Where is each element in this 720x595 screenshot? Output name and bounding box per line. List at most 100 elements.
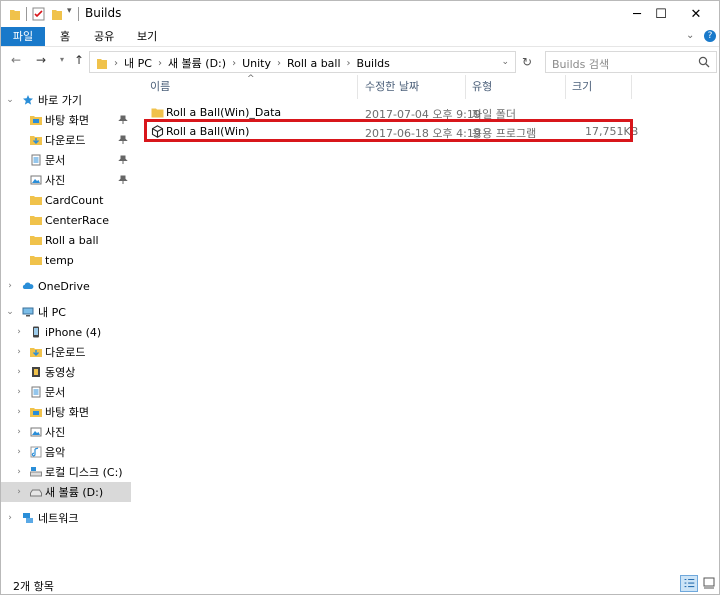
properties-icon[interactable] xyxy=(32,7,45,21)
breadcrumb-item[interactable]: Roll a ball xyxy=(287,57,341,70)
breadcrumb: › 내 PC › 새 볼륨 (D:) › Unity › Roll a ball… xyxy=(96,55,390,71)
tab-home[interactable]: 홈 xyxy=(60,27,70,46)
chevron-right-icon[interactable]: › xyxy=(14,487,24,497)
pin-icon[interactable] xyxy=(118,155,128,165)
tab-view[interactable]: 보기 xyxy=(137,27,157,46)
details-view-icon[interactable] xyxy=(680,575,698,592)
cloud-icon xyxy=(22,282,34,289)
nav-item-pc-downloads[interactable]: › 다운로드 xyxy=(1,342,131,362)
ribbon-tabs: 파일 홈 공유 보기 ⌄ ? xyxy=(1,27,719,46)
documents-icon xyxy=(31,386,41,398)
drive-icon xyxy=(30,489,42,497)
nav-onedrive[interactable]: › OneDrive xyxy=(1,276,131,296)
help-icon[interactable]: ? xyxy=(704,30,716,42)
nav-item-roll-a-ball[interactable]: Roll a ball xyxy=(1,230,131,250)
pin-icon[interactable] xyxy=(118,175,128,185)
nav-item-cardcount[interactable]: CardCount xyxy=(1,190,131,210)
chevron-right-icon: › xyxy=(276,57,281,69)
nav-item-downloads[interactable]: 다운로드 xyxy=(1,130,131,150)
chevron-right-icon[interactable]: › xyxy=(14,427,24,437)
chevron-down-icon[interactable]: ⌄ xyxy=(5,95,15,105)
title-bar: ▾ Builds ─ ☐ ✕ xyxy=(1,1,719,27)
nav-network[interactable]: › 네트워크 xyxy=(1,508,131,528)
nav-label: 바탕 화면 xyxy=(45,406,89,419)
breadcrumb-item[interactable]: Unity xyxy=(242,57,271,70)
column-header-date[interactable]: 수정한 날짜 xyxy=(365,75,419,99)
pictures-icon xyxy=(30,175,42,185)
nav-item-desktop[interactable]: 바탕 화면 xyxy=(1,110,131,130)
chevron-right-icon[interactable]: › xyxy=(5,513,15,523)
column-header-name[interactable]: 이름 xyxy=(150,75,170,99)
downloads-icon xyxy=(30,348,42,357)
nav-this-pc[interactable]: ⌄ 내 PC xyxy=(1,302,131,322)
chevron-down-icon[interactable]: ⌄ xyxy=(5,307,15,317)
pin-icon[interactable] xyxy=(118,135,128,145)
column-divider[interactable] xyxy=(631,75,632,99)
column-divider[interactable] xyxy=(565,75,566,99)
address-bar[interactable]: › 내 PC › 새 볼륨 (D:) › Unity › Roll a ball… xyxy=(89,51,516,73)
column-divider[interactable] xyxy=(357,75,358,99)
desktop-folder-icon xyxy=(30,116,42,125)
folder-icon xyxy=(30,256,42,265)
breadcrumb-item[interactable]: 내 PC xyxy=(124,55,152,71)
chevron-right-icon[interactable]: › xyxy=(14,327,24,337)
column-header-size[interactable]: 크기 xyxy=(572,75,592,99)
nav-item-iphone[interactable]: › iPhone (4) xyxy=(1,322,131,342)
folder-icon xyxy=(151,108,164,118)
search-input[interactable]: Builds 검색 xyxy=(545,51,717,73)
computer-icon xyxy=(22,307,34,317)
search-icon[interactable] xyxy=(698,56,710,68)
chevron-right-icon[interactable]: › xyxy=(14,407,24,417)
nav-label: 다운로드 xyxy=(45,346,86,359)
chevron-right-icon[interactable]: › xyxy=(14,347,24,357)
chevron-right-icon[interactable]: › xyxy=(14,467,24,477)
nav-quick-access[interactable]: ⌄ 바로 가기 xyxy=(1,90,131,110)
nav-item-centerrace[interactable]: CenterRace xyxy=(1,210,131,230)
ribbon-expand-icon[interactable]: ⌄ xyxy=(686,30,694,41)
explorer-window: ▾ Builds ─ ☐ ✕ 파일 홈 공유 보기 ⌄ ? ← → ▾ ↑ › … xyxy=(0,0,720,595)
folder-icon xyxy=(30,236,42,245)
forward-button[interactable]: → xyxy=(34,53,48,67)
music-icon xyxy=(30,446,42,458)
nav-item-new-volume-d[interactable]: › 새 볼륨 (D:) xyxy=(1,482,131,502)
column-divider[interactable] xyxy=(465,75,466,99)
highlight-box xyxy=(144,119,633,142)
nav-item-videos[interactable]: › 동영상 xyxy=(1,362,131,382)
back-button[interactable]: ← xyxy=(9,53,23,67)
nav-item-pc-documents[interactable]: › 문서 xyxy=(1,382,131,402)
nav-item-pc-pictures[interactable]: › 사진 xyxy=(1,422,131,442)
up-button[interactable]: ↑ xyxy=(72,53,86,67)
sort-ascending-icon: ^ xyxy=(247,74,255,84)
close-button[interactable]: ✕ xyxy=(673,1,719,27)
file-list: ^ 이름 수정한 날짜 유형 크기 Roll a Ball(Win)_Data … xyxy=(141,74,717,565)
nav-item-local-disk-c[interactable]: › 로컬 디스크 (C:) xyxy=(1,462,131,482)
new-folder-icon[interactable] xyxy=(51,7,63,21)
breadcrumb-item[interactable]: Builds xyxy=(357,57,390,70)
breadcrumb-item[interactable]: 새 볼륨 (D:) xyxy=(168,55,226,71)
nav-item-music[interactable]: › 음악 xyxy=(1,442,131,462)
search-placeholder: Builds 검색 xyxy=(552,58,610,71)
recent-locations-dropdown-icon[interactable]: ▾ xyxy=(55,53,69,67)
nav-label: CardCount xyxy=(45,193,104,207)
divider xyxy=(78,7,79,21)
chevron-right-icon: › xyxy=(232,57,237,69)
tab-file[interactable]: 파일 xyxy=(1,27,45,46)
chevron-right-icon[interactable]: › xyxy=(14,447,24,457)
system-drive-icon xyxy=(30,467,42,477)
folder-icon xyxy=(30,196,42,205)
nav-item-pictures[interactable]: 사진 xyxy=(1,170,131,190)
chevron-right-icon[interactable]: › xyxy=(5,281,15,291)
large-icons-view-icon[interactable] xyxy=(700,575,718,592)
phone-icon xyxy=(33,326,39,338)
nav-item-documents[interactable]: 문서 xyxy=(1,150,131,170)
customize-toolbar-dropdown-icon[interactable]: ▾ xyxy=(67,6,72,20)
chevron-right-icon[interactable]: › xyxy=(14,387,24,397)
nav-item-pc-desktop[interactable]: › 바탕 화면 xyxy=(1,402,131,422)
refresh-icon[interactable]: ↻ xyxy=(520,55,534,69)
chevron-down-icon[interactable]: ⌄ xyxy=(501,57,509,67)
chevron-right-icon[interactable]: › xyxy=(14,367,24,377)
column-header-type[interactable]: 유형 xyxy=(472,75,492,99)
tab-share[interactable]: 공유 xyxy=(94,27,114,46)
pin-icon[interactable] xyxy=(118,115,128,125)
nav-item-temp[interactable]: temp xyxy=(1,250,131,270)
